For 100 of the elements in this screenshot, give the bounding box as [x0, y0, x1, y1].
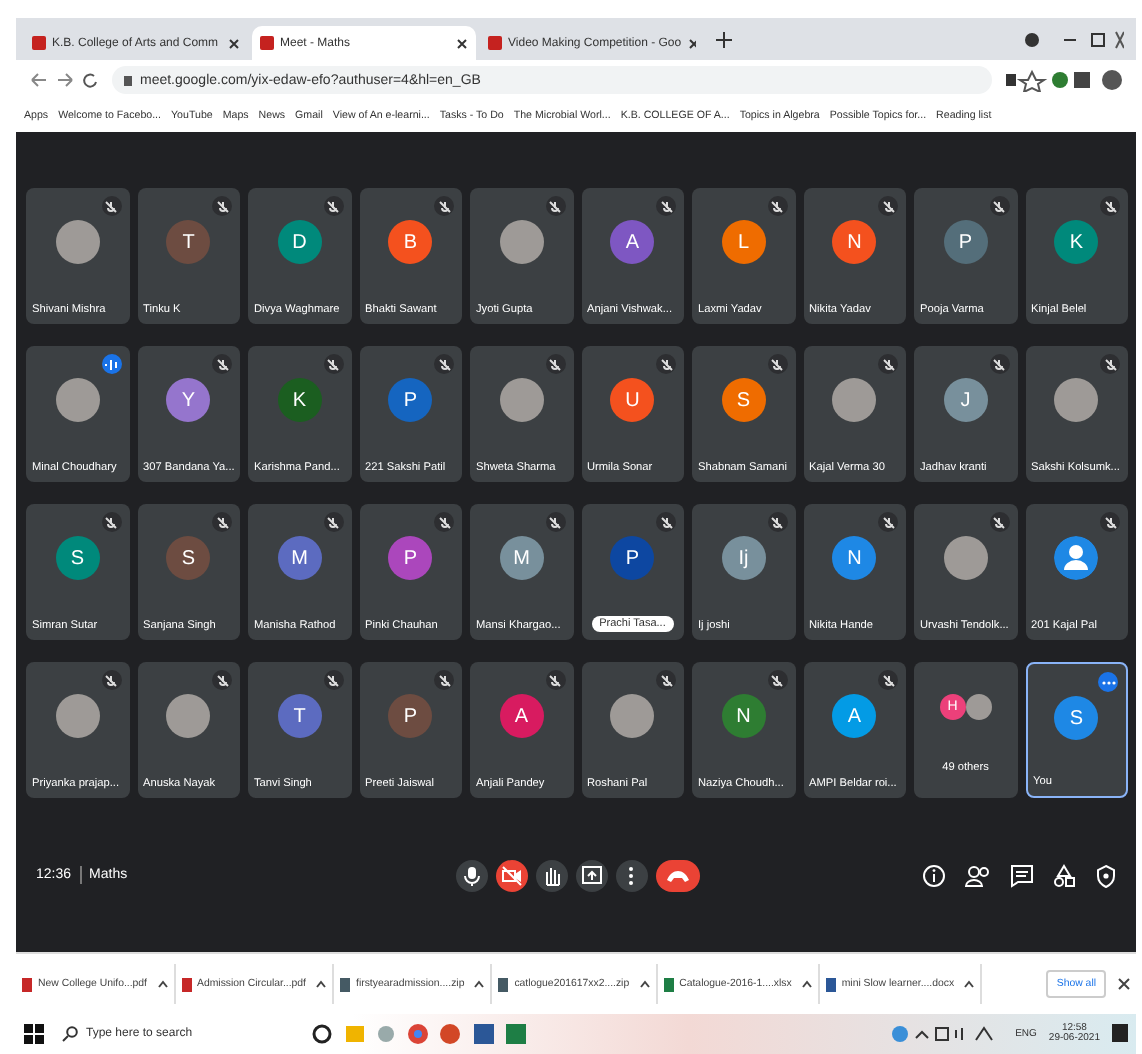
windows-logo-icon[interactable]	[24, 1024, 44, 1044]
tab-favicon-icon	[260, 36, 274, 50]
file-icon	[498, 977, 509, 991]
mic-off-icon	[767, 196, 787, 216]
avatar: P	[388, 536, 433, 580]
avatar: S	[1054, 696, 1099, 740]
close-icon[interactable]	[228, 37, 240, 49]
mic-off-icon	[545, 670, 565, 690]
avatar: P	[943, 220, 988, 264]
file-icon	[340, 977, 350, 991]
avatar: D	[277, 220, 322, 264]
mic-off-icon	[989, 196, 1009, 216]
avatar: Ij	[721, 536, 766, 580]
more-options-button[interactable]	[615, 859, 647, 891]
avatar: P	[610, 536, 655, 580]
taskbar-app-icons[interactable]	[310, 1022, 530, 1046]
raise-hand-button[interactable]	[535, 859, 567, 891]
chevron-up-icon[interactable]	[801, 980, 812, 988]
file-icon	[181, 977, 191, 991]
chevron-up-icon[interactable]	[316, 980, 326, 988]
mic-off-icon	[545, 354, 565, 374]
photo-placeholder	[943, 536, 988, 580]
mic-off-icon	[323, 512, 343, 532]
avatar: M	[499, 536, 544, 580]
close-icon[interactable]	[1118, 978, 1130, 990]
hand-icon	[543, 865, 559, 885]
avatar: T	[166, 220, 211, 264]
photo-placeholder	[166, 694, 211, 738]
mic-off-icon	[1100, 512, 1120, 532]
file-icon	[825, 977, 836, 991]
camera-off-icon	[501, 865, 521, 885]
mic-off-icon	[545, 512, 565, 532]
mic-off-icon	[434, 354, 454, 374]
photo-placeholder	[55, 220, 100, 264]
mic-off-icon	[101, 512, 121, 532]
mic-off-icon	[101, 670, 121, 690]
avatar: S	[55, 536, 100, 580]
mic-off-icon	[656, 670, 676, 690]
avatar: N	[721, 694, 766, 738]
mic-off-icon	[212, 354, 232, 374]
extension-icons[interactable]	[1004, 68, 1124, 92]
mic-off-icon	[656, 196, 676, 216]
avatar: Y	[166, 378, 211, 422]
photo-placeholder	[1054, 378, 1099, 422]
chevron-up-icon[interactable]	[964, 980, 975, 988]
present-button[interactable]	[575, 859, 607, 891]
avatar: S	[166, 536, 211, 580]
avatar: K	[1054, 220, 1099, 264]
avatar: S	[721, 378, 766, 422]
mic-off-icon	[878, 196, 898, 216]
chevron-up-icon[interactable]	[157, 980, 167, 988]
photo-placeholder	[499, 378, 544, 422]
search-icon	[62, 1026, 78, 1042]
microphone-icon	[463, 865, 479, 885]
more-vertical-icon	[628, 865, 634, 885]
mic-off-icon	[545, 196, 565, 216]
avatar: B	[388, 220, 433, 264]
mic-off-icon	[212, 196, 232, 216]
tab-favicon-icon	[488, 36, 502, 50]
photo-placeholder	[55, 378, 100, 422]
navigation-icon[interactable]	[28, 70, 100, 90]
mic-off-icon	[656, 512, 676, 532]
phone-hang-up-icon	[665, 869, 689, 881]
avatar: K	[277, 378, 322, 422]
speaking-icon	[101, 354, 121, 374]
mic-off-icon	[212, 512, 232, 532]
present-screen-icon	[581, 866, 601, 884]
avatar: A	[610, 220, 655, 264]
security-icon[interactable]	[1094, 863, 1118, 887]
chat-icon[interactable]	[1010, 863, 1034, 887]
new-tab-icon[interactable]	[716, 31, 732, 47]
mic-off-icon	[878, 670, 898, 690]
avatar: A	[499, 694, 544, 738]
file-icon	[663, 977, 674, 991]
avatar: L	[721, 220, 766, 264]
mic-off-icon	[323, 196, 343, 216]
mic-off-icon	[1100, 354, 1120, 374]
file-icon	[22, 977, 32, 991]
camera-button[interactable]	[495, 859, 527, 891]
chevron-up-icon[interactable]	[474, 980, 485, 988]
close-icon[interactable]	[456, 37, 468, 49]
window-controls-icon[interactable]	[1024, 29, 1124, 49]
info-icon[interactable]	[922, 863, 946, 887]
avatar: A	[832, 694, 877, 738]
more-options-icon[interactable]	[1098, 672, 1118, 692]
people-icon[interactable]	[964, 863, 992, 887]
microphone-button[interactable]	[455, 859, 487, 891]
mic-off-icon	[1100, 196, 1120, 216]
mic-off-icon	[434, 196, 454, 216]
mic-off-icon	[434, 512, 454, 532]
avatar: P	[388, 694, 433, 738]
mic-off-icon	[101, 196, 121, 216]
chevron-up-icon[interactable]	[639, 980, 650, 988]
mic-off-icon	[878, 512, 898, 532]
end-call-button[interactable]	[655, 859, 699, 891]
avatar: T	[277, 694, 322, 738]
mic-off-icon	[434, 670, 454, 690]
close-icon[interactable]	[687, 37, 696, 49]
activities-icon[interactable]	[1052, 863, 1076, 887]
avatar: M	[277, 536, 322, 580]
